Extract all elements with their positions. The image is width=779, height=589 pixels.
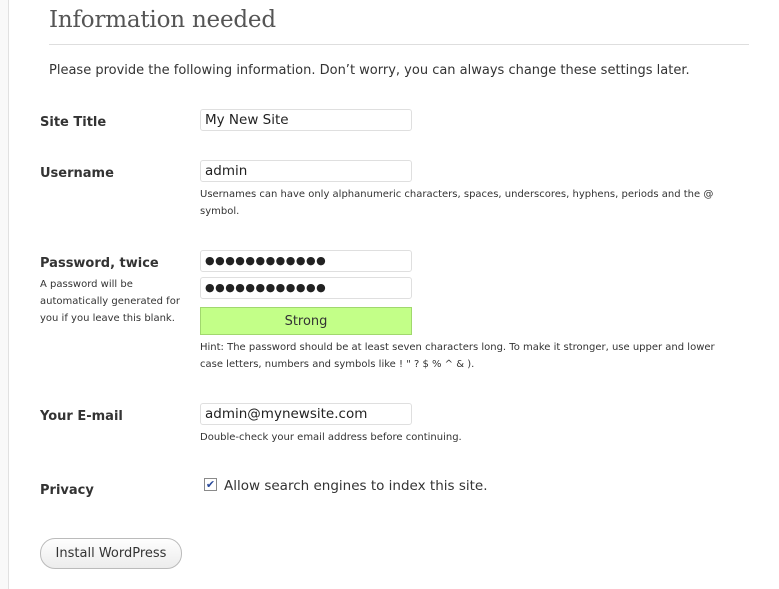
password-strength-indicator: Strong — [200, 307, 412, 335]
privacy-label: Privacy — [40, 483, 94, 498]
search-index-label[interactable]: Allow search engines to index this site. — [224, 478, 488, 494]
search-index-checkbox[interactable]: ✔ — [204, 478, 217, 491]
username-hint: Usernames can have only alphanumeric cha… — [200, 189, 714, 217]
email-hint: Double-check your email address before c… — [200, 432, 462, 443]
page-title: Information needed — [49, 7, 276, 33]
password-sublabel: A password will be automatically generat… — [40, 279, 180, 324]
site-title-input[interactable]: My New Site — [200, 109, 412, 131]
password-label: Password, twice — [40, 256, 159, 271]
password-input-2[interactable]: ●●●●●●●●●●●● — [200, 277, 412, 299]
email-label: Your E-mail — [40, 409, 123, 424]
checkmark-icon: ✔ — [205, 478, 216, 491]
install-wordpress-button[interactable]: Install WordPress — [40, 538, 182, 569]
username-label: Username — [40, 166, 114, 181]
intro-text: Please provide the following information… — [49, 63, 690, 78]
password-input-1[interactable]: ●●●●●●●●●●●● — [200, 250, 412, 272]
username-input[interactable]: admin — [200, 160, 412, 182]
email-input[interactable]: admin@mynewsite.com — [200, 403, 412, 425]
divider — [49, 44, 749, 45]
password-hint: Hint: The password should be at least se… — [200, 342, 715, 370]
site-title-label: Site Title — [40, 115, 107, 130]
